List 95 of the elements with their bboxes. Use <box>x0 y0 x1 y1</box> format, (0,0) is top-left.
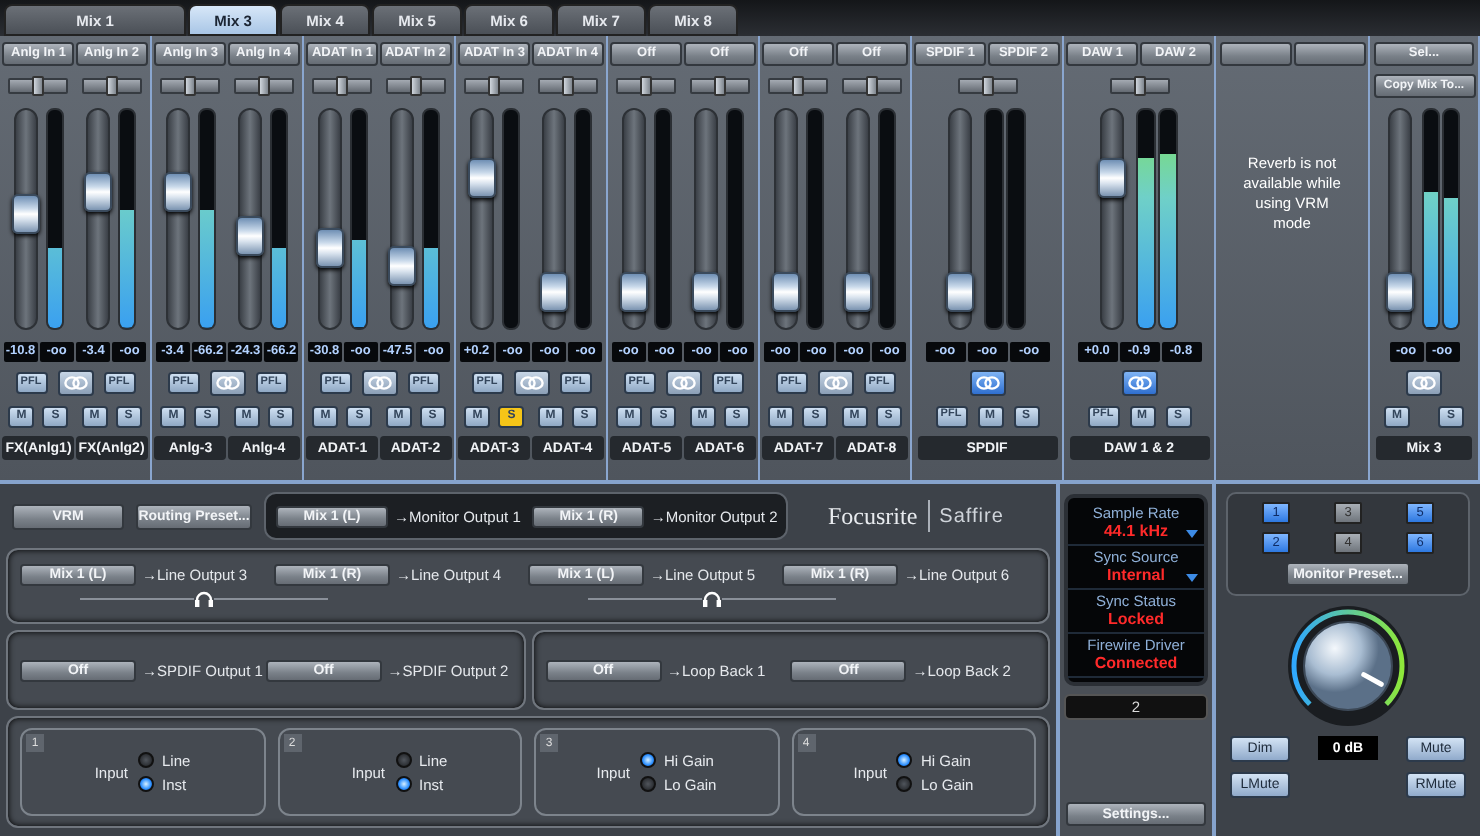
link-icon <box>823 376 847 390</box>
fader-thumb[interactable] <box>771 272 800 312</box>
pan-thumb[interactable] <box>184 76 197 96</box>
brand-name: Focusrite <box>828 501 918 531</box>
pan-slider[interactable] <box>537 78 598 94</box>
fader-track[interactable] <box>846 108 871 330</box>
fader-track[interactable] <box>1100 108 1124 330</box>
link-button[interactable] <box>57 370 93 396</box>
pan-thumb[interactable] <box>640 76 653 96</box>
pan-thumb[interactable] <box>409 76 422 96</box>
pan-thumb[interactable] <box>981 76 993 96</box>
pan-slider[interactable] <box>233 78 294 94</box>
fader-thumb[interactable] <box>946 272 974 312</box>
pan-slider[interactable] <box>616 78 677 94</box>
radio-button[interactable] <box>896 752 913 768</box>
radio-button[interactable] <box>639 752 656 768</box>
fader-track[interactable] <box>694 108 719 330</box>
fader-thumb[interactable] <box>844 272 873 312</box>
fader-track[interactable] <box>238 108 263 330</box>
pan-slider[interactable] <box>464 78 525 94</box>
radio-button[interactable] <box>138 776 154 792</box>
pan-thumb[interactable] <box>713 76 726 96</box>
link-icon <box>215 376 239 390</box>
fader-thumb[interactable] <box>84 172 113 213</box>
headphone-icon <box>702 590 722 608</box>
fader-track[interactable] <box>948 108 972 330</box>
pan-thumb[interactable] <box>336 76 349 96</box>
radio-button[interactable] <box>896 776 913 792</box>
dropdown-icon[interactable] <box>1186 574 1198 582</box>
fader-track[interactable] <box>13 108 38 330</box>
link-icon <box>1127 376 1151 390</box>
link-icon <box>63 376 87 390</box>
link-icon <box>975 376 999 390</box>
link-icon <box>1412 376 1436 390</box>
radio-button[interactable] <box>639 776 656 792</box>
pan-slider[interactable] <box>81 78 142 94</box>
status-value: 44.1 kHz <box>1103 522 1169 540</box>
fader-track[interactable] <box>317 108 342 330</box>
pan-slider[interactable] <box>957 78 1017 94</box>
pan-thumb[interactable] <box>488 76 501 96</box>
pan-slider[interactable] <box>689 78 750 94</box>
link-button[interactable] <box>209 370 245 396</box>
headphone-icon <box>194 590 214 608</box>
fader-thumb[interactable] <box>1386 272 1414 312</box>
link-button[interactable] <box>817 370 853 396</box>
pan-slider[interactable] <box>1109 78 1169 94</box>
status-value: Locked <box>1107 610 1164 628</box>
fader-track[interactable] <box>390 108 415 330</box>
fader-thumb[interactable] <box>388 245 417 286</box>
pan-thumb[interactable] <box>792 76 805 96</box>
fader-thumb[interactable] <box>163 172 192 213</box>
fader-thumb[interactable] <box>11 193 40 234</box>
pan-slider[interactable] <box>385 78 446 94</box>
pan-thumb[interactable] <box>865 76 878 96</box>
status-value: Internal <box>1107 566 1165 584</box>
link-button[interactable] <box>665 370 701 396</box>
dropdown-icon[interactable] <box>1186 530 1198 538</box>
fader-track[interactable] <box>86 108 111 330</box>
link-button[interactable] <box>1121 370 1157 396</box>
radio-button[interactable] <box>395 776 411 792</box>
fader-track[interactable] <box>165 108 190 330</box>
fader-track[interactable] <box>621 108 646 330</box>
link-icon <box>671 376 695 390</box>
link-icon <box>367 376 391 390</box>
fader-thumb[interactable] <box>315 227 344 268</box>
pan-thumb[interactable] <box>257 76 270 96</box>
product-name: Saffire <box>939 505 1004 527</box>
pan-thumb[interactable] <box>105 76 118 96</box>
fader-thumb[interactable] <box>236 216 265 257</box>
fader-track[interactable] <box>1388 108 1412 330</box>
pan-thumb[interactable] <box>1133 76 1145 96</box>
fader-thumb[interactable] <box>619 272 648 312</box>
pan-slider[interactable] <box>768 78 829 94</box>
fader-thumb[interactable] <box>1098 158 1126 199</box>
pan-slider[interactable] <box>841 78 902 94</box>
link-button[interactable] <box>513 370 549 396</box>
radio-button[interactable] <box>395 752 411 768</box>
link-button[interactable] <box>361 370 397 396</box>
fader-thumb[interactable] <box>540 272 569 312</box>
link-icon <box>519 376 543 390</box>
fader-track[interactable] <box>773 108 798 330</box>
radio-button[interactable] <box>138 752 154 768</box>
pan-slider[interactable] <box>312 78 373 94</box>
status-value: Connected <box>1094 654 1178 672</box>
pan-slider[interactable] <box>8 78 69 94</box>
pan-thumb[interactable] <box>561 76 574 96</box>
pan-thumb[interactable] <box>32 76 45 96</box>
volume-knob[interactable] <box>1286 604 1410 728</box>
fader-thumb[interactable] <box>692 272 721 312</box>
pan-slider[interactable] <box>160 78 221 94</box>
link-button[interactable] <box>1406 370 1442 396</box>
fader-track[interactable] <box>542 108 567 330</box>
link-button[interactable] <box>969 370 1005 396</box>
fader-thumb[interactable] <box>467 158 496 199</box>
fader-track[interactable] <box>469 108 494 330</box>
